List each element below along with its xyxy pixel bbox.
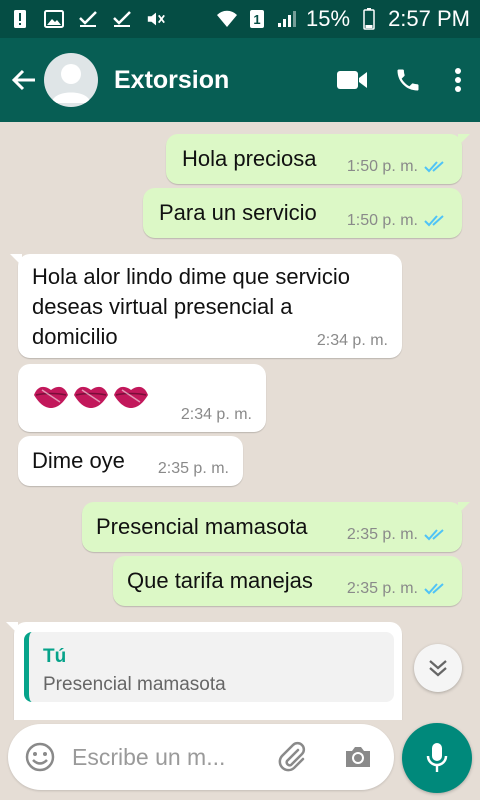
emoji-button[interactable] [24, 741, 56, 773]
status-bar: 1 15% 2:57 PM [0, 0, 480, 38]
message-text-line: Hola alor lindo dime que servicio [32, 264, 350, 289]
message-meta: 1:50 p. m. [347, 212, 448, 230]
message-meta: 2:35 p. m. [158, 460, 229, 478]
check-icon [78, 9, 98, 29]
message-incoming[interactable]: Dime oye 2:35 p. m. [18, 436, 243, 486]
wifi-icon [216, 8, 238, 30]
voice-message-button[interactable] [402, 723, 472, 793]
message-incoming-reply[interactable]: Tú Presencial mamasota [6, 622, 402, 720]
more-vert-icon [455, 68, 461, 92]
message-incoming[interactable]: Hola alor lindo dime que servicio deseas… [10, 254, 402, 358]
check-icon [112, 9, 132, 29]
battery-percent: 15% [306, 6, 351, 31]
message-text: Para un servicio [159, 200, 317, 225]
message-time: 2:34 p. m. [180, 406, 252, 423]
message-time: 1:50 p. m. [346, 158, 418, 175]
message-text: Hola preciosa [182, 146, 317, 171]
message-text: Presencial mamasota [96, 514, 308, 539]
phone-icon [397, 69, 419, 91]
attach-button[interactable] [276, 741, 308, 773]
emoji-icon [25, 742, 55, 772]
message-time: 1:50 p. m. [346, 212, 418, 229]
message-text: Dime oye [32, 448, 125, 473]
paperclip-icon [278, 741, 306, 772]
signal-icon [276, 8, 298, 30]
kiss-mark-emoji [32, 380, 152, 410]
message-incoming[interactable]: 2:34 p. m. [18, 364, 266, 432]
message-time: 2:34 p. m. [316, 332, 388, 349]
microphone-icon [426, 743, 448, 772]
mute-icon [146, 9, 166, 29]
read-receipt-icon [424, 529, 444, 541]
double-chevron-down-icon [429, 660, 447, 677]
message-text-line: domicilio [32, 324, 118, 349]
camera-button[interactable] [342, 741, 374, 773]
video-call-icon [337, 71, 367, 89]
message-input[interactable] [72, 739, 272, 775]
message-time: 2:35 p. m. [346, 580, 418, 597]
message-meta: 1:50 p. m. [347, 158, 448, 176]
message-outgoing[interactable]: Que tarifa manejas 2:35 p. m. [113, 556, 462, 606]
message-meta: 2:35 p. m. [347, 526, 448, 544]
message-outgoing[interactable]: Presencial mamasota 2:35 p. m. [82, 502, 470, 552]
message-list[interactable]: Hola preciosa 1:50 p. m. Para un servici… [0, 122, 480, 720]
scroll-to-bottom-button[interactable] [414, 644, 462, 692]
read-receipt-icon [424, 583, 444, 595]
contact-name[interactable]: Extorsion [114, 66, 324, 95]
battery-icon [358, 8, 380, 30]
message-meta: 2:35 p. m. [347, 580, 448, 598]
status-time: 2:57 PM [388, 6, 470, 31]
video-call-button[interactable] [324, 38, 380, 122]
read-receipt-icon [424, 161, 444, 173]
avatar[interactable] [44, 53, 98, 107]
message-text: Que tarifa manejas [127, 568, 313, 593]
message-time: 2:35 p. m. [346, 526, 418, 543]
camera-icon [346, 747, 370, 767]
message-meta: 2:34 p. m. [181, 406, 252, 424]
read-receipt-icon [424, 215, 444, 227]
message-outgoing[interactable]: Para un servicio 1:50 p. m. [143, 188, 462, 238]
sim-icon: 1 [246, 8, 268, 30]
back-button[interactable] [4, 38, 44, 122]
voice-call-button[interactable] [380, 38, 436, 122]
image-icon [44, 9, 64, 29]
message-meta: 2:34 p. m. [317, 332, 388, 350]
quote-author: Tú [43, 646, 67, 667]
compose-bar [8, 724, 394, 790]
alert-icon [10, 9, 30, 29]
sim-badge: 1 [253, 12, 260, 27]
quoted-message[interactable]: Tú Presencial mamasota [24, 632, 394, 702]
message-text: Hola alor lindo dime que servicio deseas… [32, 262, 350, 352]
more-options-button[interactable] [436, 38, 480, 122]
message-time: 2:35 p. m. [157, 460, 229, 477]
chat-header: Extorsion [0, 38, 480, 122]
message-text-line: deseas virtual presencial a [32, 294, 293, 319]
back-arrow-icon [11, 69, 35, 91]
message-outgoing[interactable]: Hola preciosa 1:50 p. m. [166, 134, 470, 184]
quote-text: Presencial mamasota [43, 674, 226, 695]
